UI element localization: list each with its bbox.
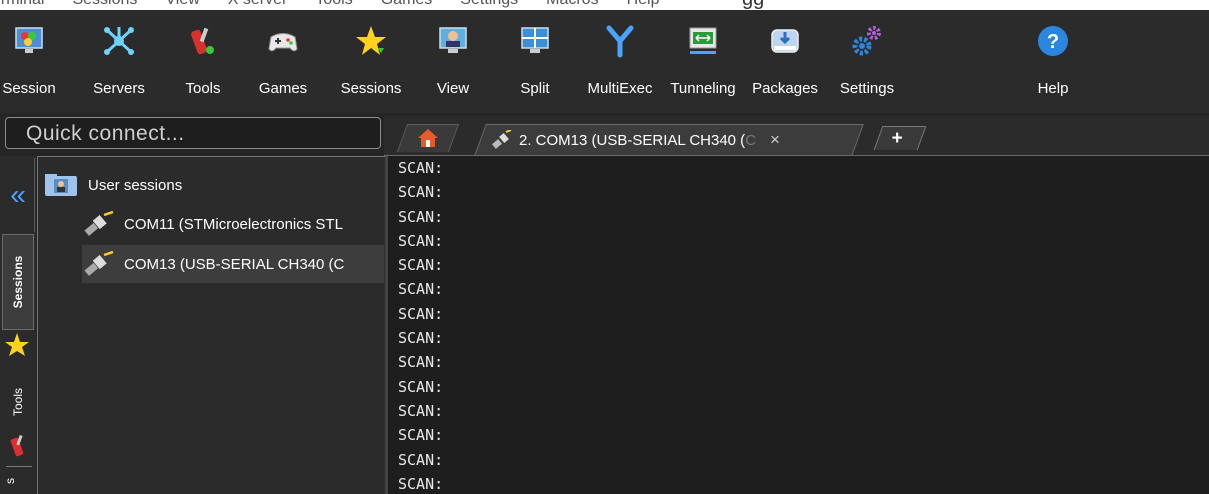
tools-knife-icon [10,434,24,457]
toolbar: Session Servers Tools Games Sessions Vie… [0,10,1209,113]
tree-item-com13[interactable]: COM13 (USB-SERIAL CH340 (C [82,245,384,283]
menu-games[interactable]: Games [381,0,433,9]
view-label: View [436,80,470,97]
tree-item-com13-label: COM13 (USB-SERIAL CH340 (C [124,255,345,273]
side-tab-macros[interactable]: s [3,478,17,484]
settings-button[interactable]: Settings [830,24,904,97]
menu-macros[interactable]: Macros [546,0,598,9]
new-tab-button[interactable]: + [873,126,927,150]
terminal-line: SCAN: [398,474,444,493]
menu-terminal[interactable]: erminal [0,0,44,9]
tools-label: Tools [185,80,221,97]
terminal-line: SCAN: [398,401,444,420]
menu-settings[interactable]: Settings [460,0,518,9]
collapse-chevron-icon[interactable]: « [2,158,35,232]
tree-root-user-sessions[interactable]: User sessions [44,173,182,197]
help-button[interactable]: ? Help [1016,24,1090,97]
games-button[interactable]: Games [246,24,320,97]
serial-plug-icon [492,130,512,149]
star-icon [356,26,386,55]
terminal-line: SCAN: [398,159,444,177]
side-tab-strip: « Sessions Tools s [0,156,36,494]
terminal-line: SCAN: [398,450,444,469]
terminal-output[interactable]: SCAN: SCAN: SCAN: SCAN: SCAN: SCAN: SCAN… [388,156,1209,494]
side-tab-tools-label: Tools [11,387,25,417]
side-tab-sessions-label: Sessions [11,255,25,309]
tab-label-fade: C [745,131,757,149]
view-button[interactable]: View [416,24,490,97]
tab-com13[interactable]: 2. COM13 (USB-SERIAL CH340 (C × [474,124,864,156]
terminal-line: SCAN: [398,280,444,299]
multiexec-icon [606,25,634,58]
packages-label: Packages [752,80,818,97]
menu-help[interactable]: Help [627,0,660,9]
mobaxterm-window: erminal Sessions View X server Tools Gam… [0,0,1209,494]
tab-com13-label: 2. COM13 (USB-SERIAL CH340 (C [519,131,757,149]
gamepad-icon [268,33,298,52]
terminal-line: SCAN: [398,377,444,396]
tunneling-button[interactable]: Tunneling [666,24,740,97]
side-tab-separator [6,466,32,467]
terminal-line: SCAN: [398,231,444,250]
session-label: Session [2,80,56,97]
settings-label: Settings [839,80,895,97]
servers-button[interactable]: Servers [82,24,156,97]
terminal-line: SCAN: [398,183,444,202]
tunneling-icon [689,27,717,54]
terminal-line: SCAN: [398,426,444,445]
tools-icon [191,27,214,55]
menu-xserver[interactable]: X server [228,0,288,9]
terminal-line: SCAN: [398,304,444,323]
serial-plug-icon [84,251,114,276]
tree-item-com11[interactable]: COM11 (STMicroelectronics STL [82,205,384,243]
side-tab-sessions[interactable]: Sessions [2,234,34,330]
session-button[interactable]: Session [0,24,66,97]
quick-connect-input[interactable]: Quick connect... [5,117,381,149]
side-tab-tools[interactable]: Tools [2,372,34,432]
split-label: Split [520,80,550,97]
view-icon [439,27,467,53]
tree-item-com11-label: COM11 (STMicroelectronics STL [124,215,343,233]
terminal-line: SCAN: [398,329,444,348]
servers-icon [104,27,134,55]
games-label: Games [258,80,308,97]
tools-button[interactable]: Tools [166,24,240,97]
tab-close-icon[interactable]: × [770,130,780,150]
menu-bar: erminal Sessions View X server Tools Gam… [0,0,1209,10]
help-label: Help [1037,80,1069,97]
tree-root-label: User sessions [88,176,183,194]
terminal-line: SCAN: [398,353,444,372]
sessions-label: Sessions [340,80,402,97]
terminal-line: SCAN: [398,207,444,226]
serial-plug-icon [84,211,114,236]
sessions-button[interactable]: Sessions [334,24,408,97]
tunneling-label: Tunneling [670,80,736,97]
window-title-fragment: gg [742,0,764,10]
menu-view[interactable]: View [165,0,199,9]
tab-home[interactable] [396,124,460,152]
split-button[interactable]: Split [498,24,572,97]
user-folder-icon [45,174,77,196]
packages-icon [771,29,799,53]
svg-text:?: ? [1047,31,1059,53]
menu-tools[interactable]: Tools [315,0,352,9]
menu-sessions[interactable]: Sessions [72,0,137,9]
gears-icon [852,26,881,56]
split-icon [521,27,549,53]
multiexec-label: MultiExec [587,80,653,97]
help-icon: ? [1038,26,1068,56]
home-icon [418,129,438,147]
packages-button[interactable]: Packages [748,24,822,97]
favorites-star-icon[interactable] [4,332,30,358]
session-icon [15,27,43,53]
tab-bar: 2. COM13 (USB-SERIAL CH340 (C × + [384,116,1209,156]
session-tree: User sessions COM11 (STMicroelectronics … [37,156,385,494]
terminal-line: SCAN: [398,256,444,275]
multiexec-button[interactable]: MultiExec [583,24,657,97]
plus-icon: + [891,128,903,149]
servers-label: Servers [93,80,145,97]
